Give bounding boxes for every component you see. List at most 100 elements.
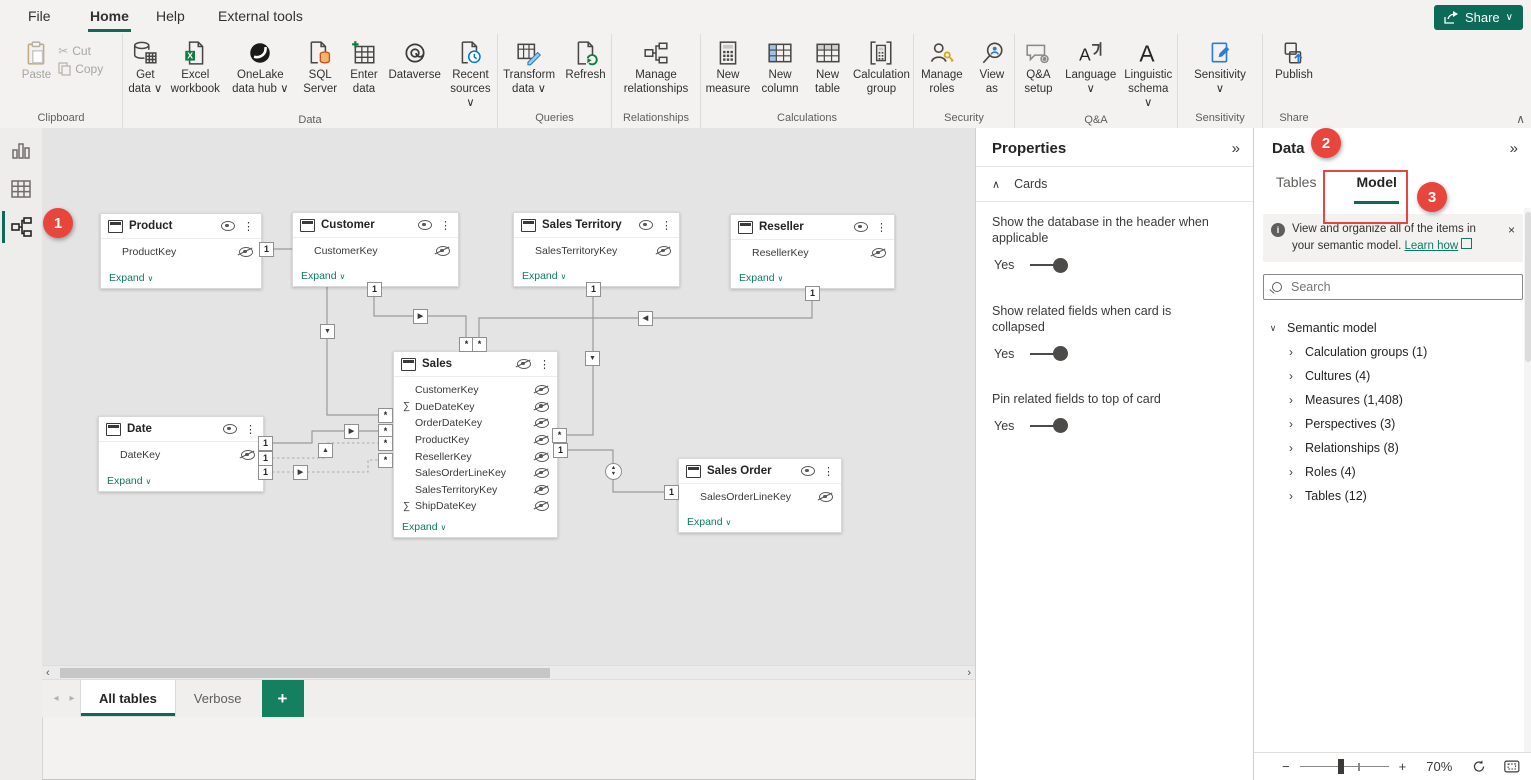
- visibility-eye-icon[interactable]: [221, 221, 235, 231]
- more-options-icon[interactable]: ⋮: [874, 221, 887, 234]
- hidden-eye-icon[interactable]: [819, 492, 833, 502]
- more-options-icon[interactable]: ⋮: [537, 358, 550, 371]
- enter-data-button[interactable]: Enter data: [343, 38, 386, 99]
- hidden-eye-icon[interactable]: [241, 450, 255, 460]
- field-row[interactable]: ResellerKey: [394, 448, 557, 465]
- linguistic-schema-button[interactable]: A Linguistic schema ∨: [1119, 38, 1177, 112]
- paste-button[interactable]: Paste: [19, 38, 54, 85]
- report-view-button[interactable]: [0, 132, 42, 170]
- tree-item-relationships[interactable]: ›Relationships (8): [1254, 436, 1531, 460]
- learn-how-link[interactable]: Learn how: [1405, 240, 1459, 252]
- toggle-switch[interactable]: [1030, 258, 1068, 273]
- expand-link[interactable]: Expand ∨: [402, 521, 446, 533]
- excel-workbook-button[interactable]: X Excel workbook: [168, 38, 223, 99]
- model-diagram-canvas[interactable]: Product ⋮ ProductKey Expand ∨ Customer ⋮…: [42, 128, 975, 717]
- onelake-data-hub-button[interactable]: OneLake data hub ∨: [223, 38, 298, 99]
- hidden-eye-icon[interactable]: [535, 385, 549, 395]
- field-row[interactable]: SalesOrderLineKey: [679, 489, 841, 506]
- visibility-eye-icon[interactable]: [223, 424, 237, 434]
- hidden-eye-icon[interactable]: [535, 501, 549, 511]
- tree-item-cultures[interactable]: ›Cultures (4): [1254, 364, 1531, 388]
- model-view-button[interactable]: [0, 208, 42, 246]
- cut-button[interactable]: ✂Cut: [58, 44, 103, 58]
- qa-setup-button[interactable]: Q&A setup: [1015, 38, 1062, 99]
- new-column-button[interactable]: New column: [755, 38, 805, 99]
- zoom-out-icon[interactable]: −: [1282, 759, 1290, 774]
- visibility-eye-icon[interactable]: [639, 220, 653, 230]
- refresh-button[interactable]: Refresh: [560, 38, 611, 85]
- table-card-customer[interactable]: Customer ⋮ CustomerKey Expand ∨: [292, 212, 459, 287]
- view-as-button[interactable]: View as: [970, 38, 1014, 99]
- hidden-eye-icon[interactable]: [535, 435, 549, 445]
- new-table-button[interactable]: New table: [805, 38, 850, 99]
- scroll-left-icon[interactable]: ‹: [46, 666, 50, 680]
- hidden-eye-icon[interactable]: [436, 246, 450, 256]
- field-row[interactable]: ResellerKey: [731, 245, 894, 262]
- collapse-panel-icon[interactable]: »: [1232, 140, 1240, 157]
- field-row[interactable]: CustomerKey: [394, 382, 557, 399]
- share-button[interactable]: Share ∨: [1434, 5, 1523, 30]
- expand-link[interactable]: Expand ∨: [301, 270, 345, 282]
- field-row[interactable]: ProductKey: [394, 432, 557, 449]
- visibility-eye-icon[interactable]: [801, 466, 815, 476]
- zoom-slider-thumb[interactable]: [1338, 759, 1344, 774]
- sql-server-button[interactable]: SQL Server: [298, 38, 343, 99]
- more-options-icon[interactable]: ⋮: [438, 219, 451, 232]
- expand-link[interactable]: Expand ∨: [109, 272, 153, 284]
- get-data-button[interactable]: Get data ∨: [123, 38, 168, 99]
- fit-to-screen-icon[interactable]: [1504, 759, 1520, 774]
- language-button[interactable]: A Language ∨: [1062, 38, 1120, 99]
- tab-next-icon[interactable]: ▸: [64, 680, 80, 717]
- reset-zoom-icon[interactable]: [1472, 758, 1486, 775]
- close-banner-icon[interactable]: ×: [1508, 222, 1515, 254]
- tree-item-measures[interactable]: ›Measures (1,408): [1254, 388, 1531, 412]
- tree-item-roles[interactable]: ›Roles (4): [1254, 460, 1531, 484]
- toggle-switch[interactable]: [1030, 346, 1068, 361]
- table-card-date[interactable]: Date ⋮ DateKey Expand ∨: [98, 416, 264, 492]
- field-row[interactable]: OrderDateKey: [394, 415, 557, 432]
- hidden-eye-icon[interactable]: [239, 247, 253, 257]
- expand-link[interactable]: Expand ∨: [739, 272, 783, 284]
- scrollbar-thumb[interactable]: [60, 668, 550, 678]
- menu-home[interactable]: Home: [84, 0, 135, 33]
- visibility-eye-icon[interactable]: [854, 222, 868, 232]
- sensitivity-button[interactable]: Sensitivity ∨: [1187, 38, 1253, 99]
- hidden-eye-icon[interactable]: [872, 248, 886, 258]
- visibility-eye-icon[interactable]: [418, 220, 432, 230]
- tab-prev-icon[interactable]: ◂: [48, 680, 64, 717]
- publish-button[interactable]: Publish: [1266, 38, 1322, 85]
- tree-item-perspectives[interactable]: ›Perspectives (3): [1254, 412, 1531, 436]
- manage-roles-button[interactable]: Manage roles: [914, 38, 970, 99]
- collapse-panel-icon[interactable]: »: [1510, 140, 1518, 157]
- tree-item-tables[interactable]: ›Tables (12): [1254, 484, 1531, 508]
- table-view-button[interactable]: [0, 170, 42, 208]
- copy-button[interactable]: Copy: [58, 62, 103, 76]
- more-options-icon[interactable]: ⋮: [659, 219, 672, 232]
- new-measure-button[interactable]: New measure: [701, 38, 755, 99]
- expand-link[interactable]: Expand ∨: [107, 475, 151, 487]
- recent-sources-button[interactable]: Recent sources ∨: [444, 38, 497, 112]
- table-card-sales-territory[interactable]: Sales Territory ⋮ SalesTerritoryKey Expa…: [513, 212, 680, 287]
- tab-tables[interactable]: Tables: [1274, 170, 1318, 206]
- layout-tab-all-tables[interactable]: All tables: [80, 680, 176, 717]
- transform-data-button[interactable]: Transform data ∨: [498, 38, 560, 99]
- zoom-slider[interactable]: [1300, 759, 1389, 774]
- table-card-sales-order[interactable]: Sales Order ⋮ SalesOrderLineKey Expand ∨: [678, 458, 842, 533]
- menu-help[interactable]: Help: [150, 0, 191, 33]
- more-options-icon[interactable]: ⋮: [821, 465, 834, 478]
- field-row[interactable]: DateKey: [99, 447, 263, 464]
- tree-item-calculation-groups[interactable]: ›Calculation groups (1): [1254, 340, 1531, 364]
- field-row[interactable]: ProductKey: [101, 244, 261, 261]
- calculation-group-button[interactable]: Calculation group: [850, 38, 913, 99]
- table-card-sales[interactable]: Sales ⋮ CustomerKey ∑DueDateKey OrderDat…: [393, 351, 558, 538]
- zoom-in-icon[interactable]: +: [1399, 759, 1407, 774]
- layout-tab-verbose[interactable]: Verbose: [176, 680, 260, 717]
- manage-relationships-button[interactable]: Manage relationships: [613, 38, 699, 99]
- hidden-eye-icon[interactable]: [535, 468, 549, 478]
- expand-link[interactable]: Expand ∨: [687, 516, 731, 528]
- field-row[interactable]: SalesTerritoryKey: [514, 243, 679, 260]
- more-options-icon[interactable]: ⋮: [243, 423, 256, 436]
- hidden-eye-icon[interactable]: [535, 418, 549, 428]
- toggle-switch[interactable]: [1030, 418, 1068, 433]
- table-card-product[interactable]: Product ⋮ ProductKey Expand ∨: [100, 213, 262, 289]
